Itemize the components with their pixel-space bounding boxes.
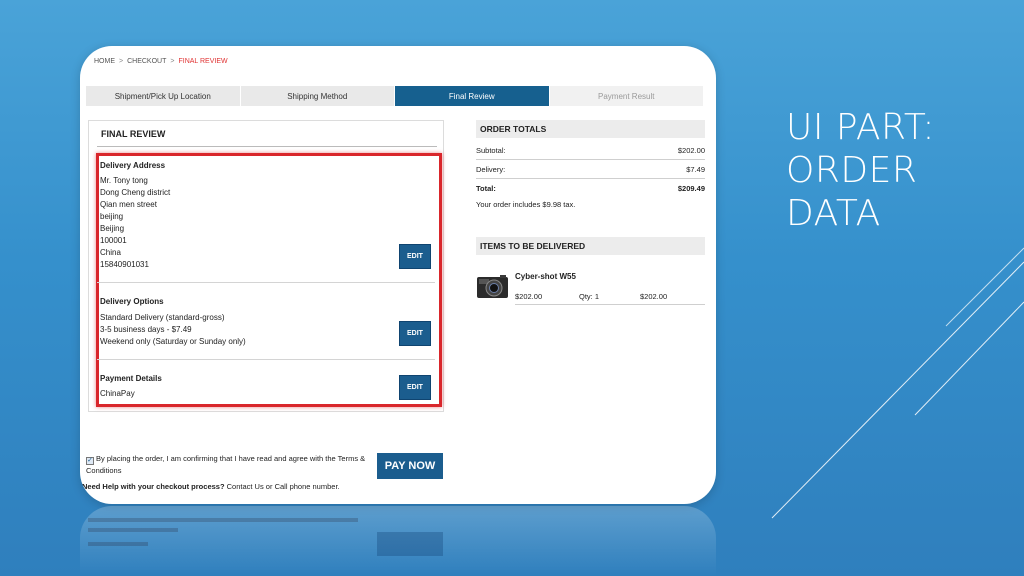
card-reflection — [80, 506, 716, 576]
help-bold: Need Help with your checkout process? — [82, 482, 225, 491]
delivery-value: $7.49 — [686, 165, 705, 174]
help-contact-link[interactable]: Contact Us or Call phone number. — [225, 482, 340, 491]
reflection-button — [377, 532, 443, 556]
divider — [97, 282, 435, 283]
breadcrumb-separator: > — [170, 58, 175, 65]
delivery-option-line: Weekend only (Saturday or Sunday only) — [100, 337, 246, 346]
slide-title: UI PART: ORDER DATA — [786, 106, 1006, 235]
divider — [97, 146, 437, 147]
terms-agreement: ✓ By placing the order, I am confirming t… — [86, 453, 366, 476]
address-line: Mr. Tony tong — [100, 176, 148, 185]
step-shipping-method[interactable]: Shipping Method — [241, 86, 395, 106]
subtotal-label: Subtotal: — [476, 146, 506, 155]
total-value: $209.49 — [677, 184, 705, 193]
total-label: Total: — [476, 184, 496, 193]
slide-title-line: ORDER — [786, 150, 918, 191]
items-to-deliver-title: ITEMS TO BE DELIVERED — [476, 237, 705, 255]
slide-title-line: DATA — [786, 193, 881, 234]
reflection-line — [88, 528, 178, 532]
delivery-row: Delivery: $7.49 — [476, 165, 705, 174]
step-payment-result: Payment Result — [549, 86, 704, 106]
address-line: 15840901031 — [100, 260, 149, 269]
address-line: China — [100, 248, 121, 257]
delivery-address-label: Delivery Address — [100, 161, 166, 170]
divider — [97, 359, 435, 360]
item-line-total: $202.00 — [640, 292, 668, 301]
help-text: Need Help with your checkout process? Co… — [82, 482, 340, 491]
edit-address-button[interactable]: EDIT — [399, 244, 431, 269]
terms-text: By placing the order, I am confirming th… — [86, 454, 366, 475]
final-review-title: FINAL REVIEW — [101, 129, 166, 139]
breadcrumb-checkout[interactable]: CHECKOUT — [127, 58, 166, 65]
divider — [476, 159, 705, 160]
payment-details-label: Payment Details — [100, 374, 162, 383]
address-line: beijing — [100, 212, 124, 221]
breadcrumb-separator: > — [119, 58, 124, 65]
payment-method: ChinaPay — [100, 389, 135, 398]
edit-delivery-options-button[interactable]: EDIT — [399, 321, 431, 346]
breadcrumb-current: FINAL REVIEW — [178, 58, 228, 65]
edit-payment-button[interactable]: EDIT — [399, 375, 431, 400]
item-price: $202.00 — [515, 292, 543, 301]
breadcrumb: HOME > CHECKOUT > FINAL REVIEW — [94, 58, 228, 65]
divider — [476, 178, 705, 179]
order-totals-title: ORDER TOTALS — [476, 120, 705, 138]
terms-checkbox[interactable]: ✓ — [86, 457, 94, 465]
address-line: Dong Cheng district — [100, 188, 171, 197]
pay-now-button[interactable]: PAY NOW — [377, 453, 443, 479]
delivery-option-line: 3-5 business days - $7.49 — [100, 325, 192, 334]
final-review-panel: FINAL REVIEW Delivery Address Mr. Tony t… — [88, 120, 444, 412]
subtotal-value: $202.00 — [677, 146, 705, 155]
item-quantity: Qty: 1 — [579, 292, 600, 301]
item-name[interactable]: Cyber-shot W55 — [515, 272, 576, 281]
tax-note: Your order includes $9.98 tax. — [476, 200, 576, 209]
slide-title-line: UI PART: — [786, 107, 936, 148]
address-line: Qian men street — [100, 200, 157, 209]
step-final-review: Final Review — [395, 86, 550, 106]
breadcrumb-home[interactable]: HOME — [94, 58, 115, 65]
delivery-label: Delivery: — [476, 165, 506, 174]
reflection-line — [88, 542, 148, 546]
delivery-option-line: Standard Delivery (standard-gross) — [100, 313, 225, 322]
camera-product-icon — [477, 275, 508, 298]
subtotal-row: Subtotal: $202.00 — [476, 146, 705, 155]
checkout-screenshot: HOME > CHECKOUT > FINAL REVIEW Shipment/… — [80, 46, 716, 504]
step-shipment-location[interactable]: Shipment/Pick Up Location — [86, 86, 241, 106]
reflection-line — [88, 518, 358, 522]
total-row: Total: $209.49 — [476, 184, 705, 193]
address-line: Beijing — [100, 224, 125, 233]
address-line: 100001 — [100, 236, 127, 245]
divider — [515, 304, 705, 305]
checkout-steps: Shipment/Pick Up Location Shipping Metho… — [86, 86, 704, 106]
delivery-options-label: Delivery Options — [100, 297, 164, 306]
